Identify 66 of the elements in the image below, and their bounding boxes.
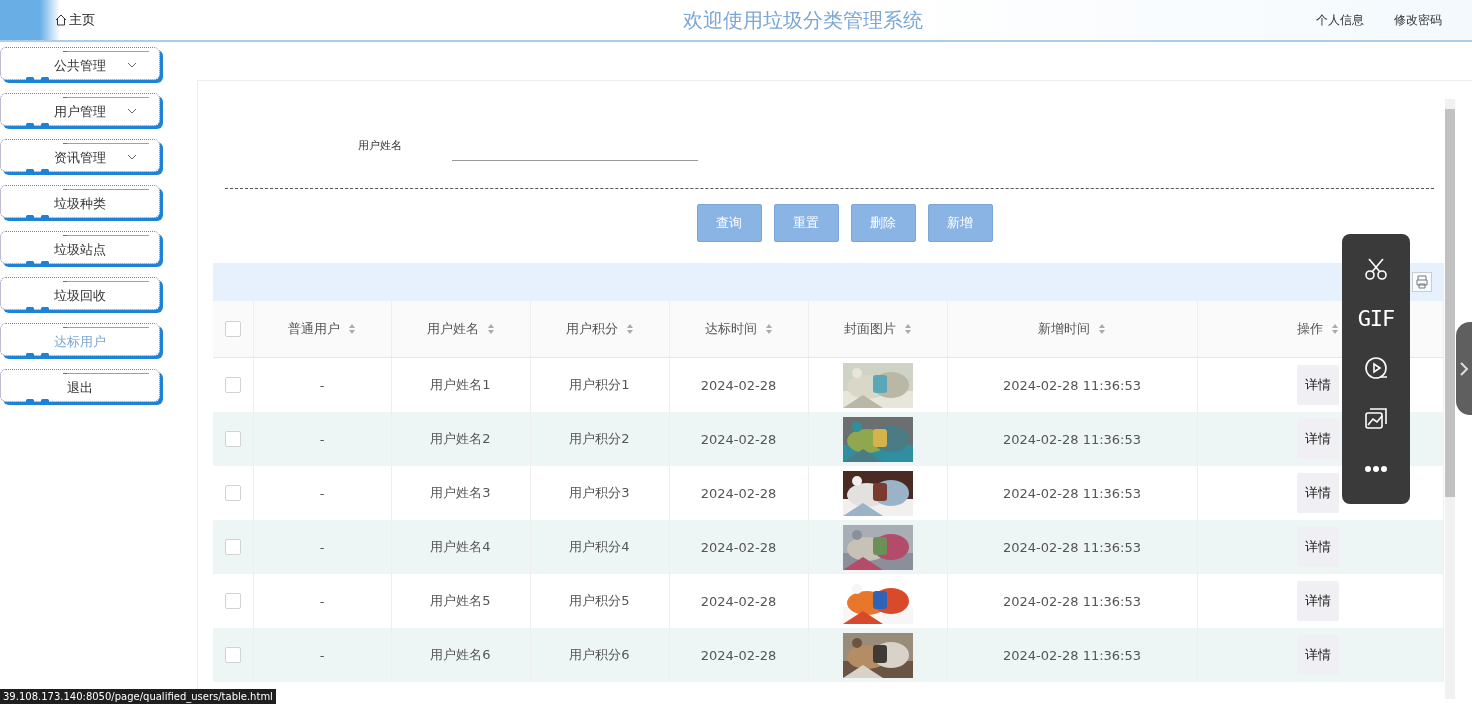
sort-icon[interactable] bbox=[486, 323, 495, 335]
table-cell: 用户积分4 bbox=[530, 520, 669, 574]
checkbox[interactable] bbox=[224, 377, 241, 394]
record-icon[interactable] bbox=[1363, 355, 1389, 382]
table-cell: 2024-02-28 11:36:53 bbox=[947, 412, 1197, 466]
table-cell: 用户姓名6 bbox=[391, 628, 530, 682]
sort-icon[interactable] bbox=[1331, 323, 1339, 335]
detail-button[interactable]: 详情 bbox=[1297, 473, 1339, 513]
checkbox[interactable] bbox=[224, 539, 241, 556]
checkbox[interactable] bbox=[224, 321, 241, 338]
chevron-icon bbox=[127, 61, 137, 69]
scissors-icon[interactable] bbox=[1363, 256, 1389, 283]
chevron-icon bbox=[127, 153, 137, 161]
sidebar-item[interactable]: 垃圾站点 bbox=[0, 231, 160, 264]
sidebar-item[interactable]: 垃圾种类 bbox=[0, 185, 160, 218]
detail-button[interactable]: 详情 bbox=[1297, 527, 1339, 567]
table-cell: 2024-02-28 11:36:53 bbox=[947, 520, 1197, 574]
table-cell: - bbox=[253, 412, 391, 466]
sort-icon[interactable] bbox=[348, 323, 356, 335]
checkbox[interactable] bbox=[224, 647, 241, 664]
chevron-icon bbox=[1459, 361, 1469, 376]
table-cell: 用户积分6 bbox=[530, 628, 669, 682]
sidebar-item[interactable]: 用户管理 bbox=[0, 93, 160, 126]
sort-icon[interactable] bbox=[625, 323, 634, 335]
table-cell: 2024-02-28 bbox=[669, 520, 808, 574]
chevron-icon bbox=[127, 107, 137, 115]
page-title: 欢迎使用垃圾分类管理系统 bbox=[682, 6, 924, 34]
column-header: 用户姓名 bbox=[426, 320, 479, 338]
gif-button[interactable]: GIF bbox=[1357, 306, 1395, 332]
table-cell: - bbox=[253, 520, 391, 574]
header-link[interactable]: 个人信息 bbox=[1316, 11, 1364, 29]
side-panel-toggle[interactable] bbox=[1456, 322, 1472, 415]
sidebar-item[interactable]: 退出 bbox=[0, 369, 160, 402]
detail-button[interactable]: 详情 bbox=[1297, 365, 1339, 405]
table-cell: 用户姓名4 bbox=[391, 520, 530, 574]
checkbox[interactable] bbox=[224, 485, 241, 502]
field-label: 用户姓名 bbox=[358, 138, 402, 154]
table-cell: - bbox=[253, 628, 391, 682]
table-cell: 用户姓名2 bbox=[391, 412, 530, 466]
sidebar-item[interactable]: 垃圾回收 bbox=[0, 277, 160, 310]
detail-button[interactable]: 详情 bbox=[1297, 581, 1339, 621]
table-cell: 2024-02-28 11:36:53 bbox=[947, 628, 1197, 682]
sort-icon[interactable] bbox=[903, 323, 912, 335]
status-url: 39.108.173.140:8050/page/qualified_users/table.html bbox=[0, 689, 276, 704]
home-icon bbox=[55, 14, 67, 26]
sort-icon[interactable] bbox=[1098, 323, 1106, 335]
column-header: 新增时间 bbox=[1038, 320, 1090, 338]
sidebar-item[interactable]: 资讯管理 bbox=[0, 139, 160, 172]
column-header: 达标时间 bbox=[704, 320, 757, 338]
checkbox[interactable] bbox=[224, 593, 241, 610]
column-header: 普通用户 bbox=[288, 320, 340, 338]
column-header: 操作 bbox=[1297, 320, 1323, 338]
detail-button[interactable]: 详情 bbox=[1297, 635, 1339, 675]
table-cell: 2024-02-28 bbox=[669, 628, 808, 682]
table-cell: 2024-02-28 bbox=[669, 412, 808, 466]
header-link[interactable]: 修改密码 bbox=[1394, 11, 1442, 29]
column-header: 用户积分 bbox=[565, 320, 618, 338]
sort-icon[interactable] bbox=[764, 323, 773, 335]
column-header: 封面图片 bbox=[843, 320, 896, 338]
table-cell: 用户积分2 bbox=[530, 412, 669, 466]
checkbox[interactable] bbox=[224, 431, 241, 448]
detail-button[interactable]: 详情 bbox=[1297, 419, 1339, 459]
sidebar-item[interactable]: 公共管理 bbox=[0, 47, 160, 80]
image-icon[interactable] bbox=[1363, 405, 1389, 432]
print-icon[interactable] bbox=[1412, 272, 1432, 292]
scrollbar[interactable] bbox=[1445, 99, 1455, 699]
